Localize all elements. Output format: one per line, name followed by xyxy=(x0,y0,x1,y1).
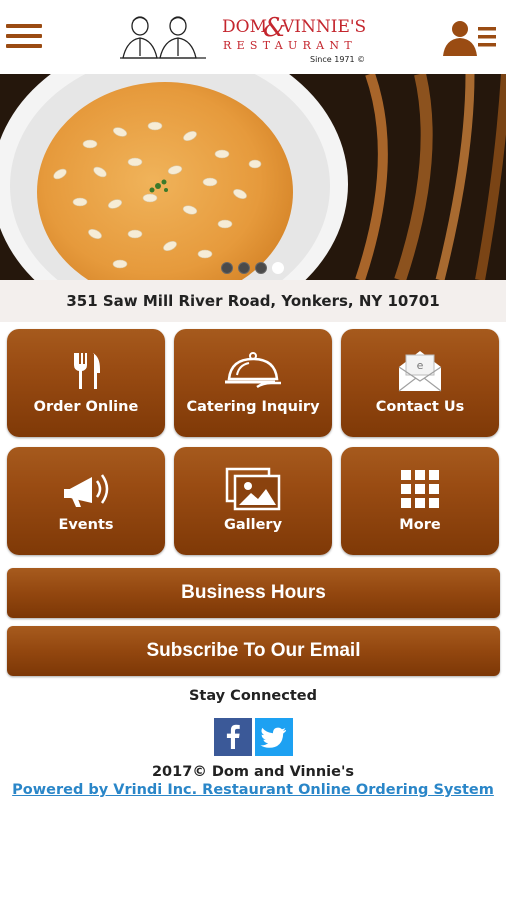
subscribe-email-button[interactable]: Subscribe To Our Email xyxy=(7,626,500,676)
cloche-icon xyxy=(174,349,332,393)
tile-label: Catering Inquiry xyxy=(186,399,320,415)
gallery-icon xyxy=(174,467,332,511)
svg-text:Since 1971 ©: Since 1971 © xyxy=(310,55,365,64)
app-header: DOM & VINNIE'S RESTAURANT Since 1971 © xyxy=(0,0,506,74)
powered-by-link[interactable]: Powered by Vrindi Inc. Restaurant Online… xyxy=(0,782,506,798)
tile-label: Order Online xyxy=(33,399,139,415)
copyright-text: 2017© Dom and Vinnie's xyxy=(151,764,355,780)
gallery-button[interactable]: Gallery xyxy=(174,447,332,555)
svg-text:e: e xyxy=(417,359,424,372)
catering-inquiry-button[interactable]: Catering Inquiry xyxy=(174,329,332,437)
tile-label: Contact Us xyxy=(375,399,465,415)
tile-label: Gallery xyxy=(223,517,283,533)
restaurant-logo: DOM & VINNIE'S RESTAURANT Since 1971 © xyxy=(120,13,366,64)
carousel-dot-active[interactable] xyxy=(272,262,284,274)
grid-icon xyxy=(341,467,499,511)
svg-text:VINNIE'S: VINNIE'S xyxy=(281,17,366,37)
carousel-dot[interactable] xyxy=(221,262,233,274)
fork-knife-icon xyxy=(7,349,165,393)
more-button[interactable]: More xyxy=(341,447,499,555)
contact-us-button[interactable]: e Contact Us xyxy=(341,329,499,437)
carousel-dot[interactable] xyxy=(238,262,250,274)
events-button[interactable]: Events xyxy=(7,447,165,555)
carousel-dot[interactable] xyxy=(255,262,267,274)
user-account-icon[interactable] xyxy=(440,18,498,58)
carousel-indicators xyxy=(221,262,284,274)
business-hours-button[interactable]: Business Hours xyxy=(7,568,500,618)
twitter-icon[interactable] xyxy=(255,718,293,756)
tile-label: More xyxy=(399,517,441,533)
facebook-icon[interactable] xyxy=(214,718,252,756)
svg-text:RESTAURANT: RESTAURANT xyxy=(223,39,357,52)
svg-text:DOM: DOM xyxy=(222,17,267,37)
tile-label: Events xyxy=(58,517,114,533)
stay-connected-heading: Stay Connected xyxy=(188,688,318,704)
restaurant-address: 351 Saw Mill River Road, Yonkers, NY 107… xyxy=(0,280,506,322)
hamburger-menu-icon[interactable] xyxy=(6,24,42,54)
hero-carousel[interactable] xyxy=(0,74,506,280)
envelope-icon: e xyxy=(341,349,499,393)
social-links xyxy=(214,718,293,756)
order-online-button[interactable]: Order Online xyxy=(7,329,165,437)
megaphone-icon xyxy=(7,467,165,511)
hero-soup-image xyxy=(0,74,506,280)
